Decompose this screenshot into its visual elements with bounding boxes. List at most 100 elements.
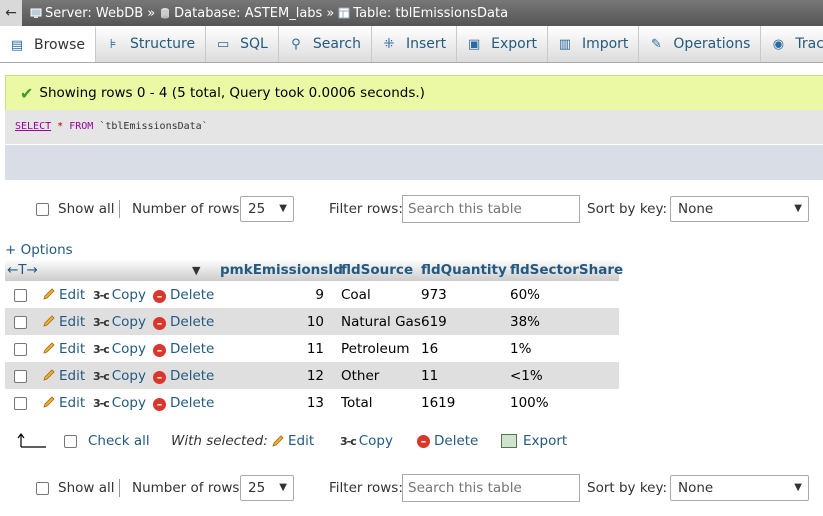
tab-insert[interactable]: ⁜ Insert	[372, 26, 458, 62]
copy-button[interactable]: 3‑c Copy	[93, 314, 146, 330]
cell-share[interactable]: 60%	[510, 287, 540, 303]
delete-button[interactable]: – Delete	[153, 314, 214, 330]
tab-export[interactable]: ▣ Export	[457, 26, 548, 62]
cell-share[interactable]: <1%	[510, 368, 543, 384]
back-arrow-icon[interactable]: ←	[0, 0, 22, 26]
edit-button[interactable]: Edit	[42, 314, 85, 330]
cell-share[interactable]: 38%	[510, 314, 540, 330]
options-link[interactable]: + Options	[5, 242, 73, 258]
import-icon: ▥	[558, 36, 572, 52]
cell-id[interactable]: 12	[295, 368, 324, 384]
copy-icon: 3‑c	[340, 434, 357, 448]
column-header-fldsource[interactable]: fldSource	[341, 262, 413, 278]
sort-select[interactable]: None ▼	[670, 475, 809, 501]
cell-source[interactable]: Coal	[341, 287, 371, 303]
cell-source[interactable]: Total	[341, 395, 373, 411]
copy-button[interactable]: 3‑c Copy	[93, 368, 146, 384]
copy-button[interactable]: 3‑c Copy	[93, 341, 146, 357]
delete-icon: –	[153, 398, 166, 411]
tab-sql[interactable]: ▭ SQL	[206, 26, 279, 62]
tab-search[interactable]: ⚲ Search	[279, 26, 372, 62]
breadcrumb-server[interactable]: Server: WebDB	[30, 6, 143, 21]
cell-share[interactable]: 100%	[510, 395, 549, 411]
column-arrows[interactable]: ←T→	[7, 262, 38, 278]
delete-icon: –	[153, 371, 166, 384]
cell-quantity[interactable]: 973	[421, 287, 447, 303]
corner-arrow-icon	[17, 433, 46, 448]
edit-button[interactable]: Edit	[42, 341, 85, 357]
structure-icon: ⊧	[109, 36, 117, 52]
edit-button[interactable]: Edit	[42, 368, 85, 384]
copy-icon: 3‑c	[93, 370, 110, 383]
sort-select[interactable]: None ▼	[670, 196, 809, 222]
cell-source[interactable]: Other	[341, 368, 379, 384]
show-all-toggle[interactable]: Show all	[36, 194, 115, 224]
rows-select[interactable]: 25 ▼	[240, 475, 294, 501]
tab-tracking[interactable]: ◉Tracki	[761, 26, 823, 62]
delete-button[interactable]: – Delete	[153, 368, 214, 384]
top-navigation-row: Show all Number of rows: 25 ▼ Filter rows…	[0, 194, 823, 224]
cell-id[interactable]: 11	[295, 341, 324, 357]
breadcrumb-database[interactable]: Database: ASTEM_labs	[159, 6, 322, 21]
chevron-down-icon: ▼	[794, 482, 802, 493]
table-row: Edit 3‑c Copy – Delete 12 Other 11 <1%	[5, 362, 619, 389]
pencil-icon	[43, 396, 55, 408]
sort-label: Sort by key:	[587, 480, 668, 496]
show-all-toggle[interactable]: Show all	[36, 473, 115, 503]
edit-button[interactable]: Edit	[42, 287, 85, 303]
cell-source[interactable]: Natural Gas	[341, 314, 421, 330]
tab-structure[interactable]: ⊧ Structure	[96, 26, 207, 62]
bulk-delete-button[interactable]: – Delete	[417, 433, 478, 449]
copy-button[interactable]: 3‑c Copy	[93, 287, 146, 303]
delete-button[interactable]: – Delete	[153, 395, 214, 411]
cell-quantity[interactable]: 11	[421, 368, 438, 384]
sort-dropdown-icon[interactable]: ▼	[192, 264, 200, 277]
column-header-pmkemissionsid[interactable]: pmkEmissionsId	[220, 262, 343, 278]
cell-id[interactable]: 13	[295, 395, 324, 411]
filter-input[interactable]: Search this table	[402, 474, 580, 502]
sql-query[interactable]: SELECT * FROM `tblEmissionsData`	[15, 121, 208, 132]
filter-label: Filter rows:	[329, 201, 403, 217]
tab-import[interactable]: ▥ Import	[548, 26, 640, 62]
bulk-edit-button[interactable]: Edit	[271, 433, 314, 449]
delete-button[interactable]: – Delete	[153, 341, 214, 357]
cell-quantity[interactable]: 619	[421, 314, 447, 330]
cell-id[interactable]: 10	[295, 314, 324, 330]
row-checkbox[interactable]	[14, 397, 27, 410]
delete-button[interactable]: – Delete	[153, 287, 214, 303]
cell-quantity[interactable]: 16	[421, 341, 438, 357]
show-all-checkbox[interactable]	[36, 481, 49, 495]
pencil-icon	[43, 369, 55, 381]
table-header: ←T→ ▼ pmkEmissionsId fldSource fldQuanti…	[5, 259, 623, 281]
tab-operations[interactable]: ✎ Operations	[639, 26, 762, 62]
copy-button[interactable]: 3‑c Copy	[93, 395, 146, 411]
server-icon	[30, 8, 42, 18]
row-checkbox[interactable]	[14, 370, 27, 383]
copy-icon: 3‑c	[93, 316, 110, 329]
sql-query-box: SELECT * FROM `tblEmissionsData`	[5, 110, 823, 144]
table-row: Edit 3‑c Copy – Delete 9 Coal 973 60%	[5, 281, 619, 308]
pencil-icon	[272, 435, 284, 447]
row-checkbox[interactable]	[14, 343, 27, 356]
copy-icon: 3‑c	[93, 343, 110, 356]
row-checkbox[interactable]	[14, 289, 27, 302]
check-all-toggle[interactable]: Check all	[64, 433, 150, 449]
edit-button[interactable]: Edit	[42, 395, 85, 411]
breadcrumb-table[interactable]: Table: tblEmissionsData	[338, 6, 508, 21]
check-all-checkbox[interactable]	[64, 434, 77, 448]
bulk-copy-button[interactable]: 3‑c Copy	[340, 433, 393, 449]
bulk-export-button[interactable]: Export	[501, 433, 567, 449]
column-header-fldquantity[interactable]: fldQuantity	[421, 262, 507, 278]
tab-browse[interactable]: ▤ Browse	[0, 26, 96, 62]
cell-id[interactable]: 9	[295, 287, 324, 303]
column-header-fldsectorshare[interactable]: fldSectorShare	[510, 262, 623, 278]
filter-label: Filter rows:	[329, 480, 403, 496]
row-checkbox[interactable]	[14, 316, 27, 329]
rows-select[interactable]: 25 ▼	[240, 196, 294, 222]
cell-quantity[interactable]: 1619	[421, 395, 455, 411]
cell-share[interactable]: 1%	[510, 341, 531, 357]
filter-input[interactable]: Search this table	[402, 195, 580, 223]
delete-icon: –	[417, 434, 430, 448]
show-all-checkbox[interactable]	[36, 202, 49, 216]
cell-source[interactable]: Petroleum	[341, 341, 410, 357]
